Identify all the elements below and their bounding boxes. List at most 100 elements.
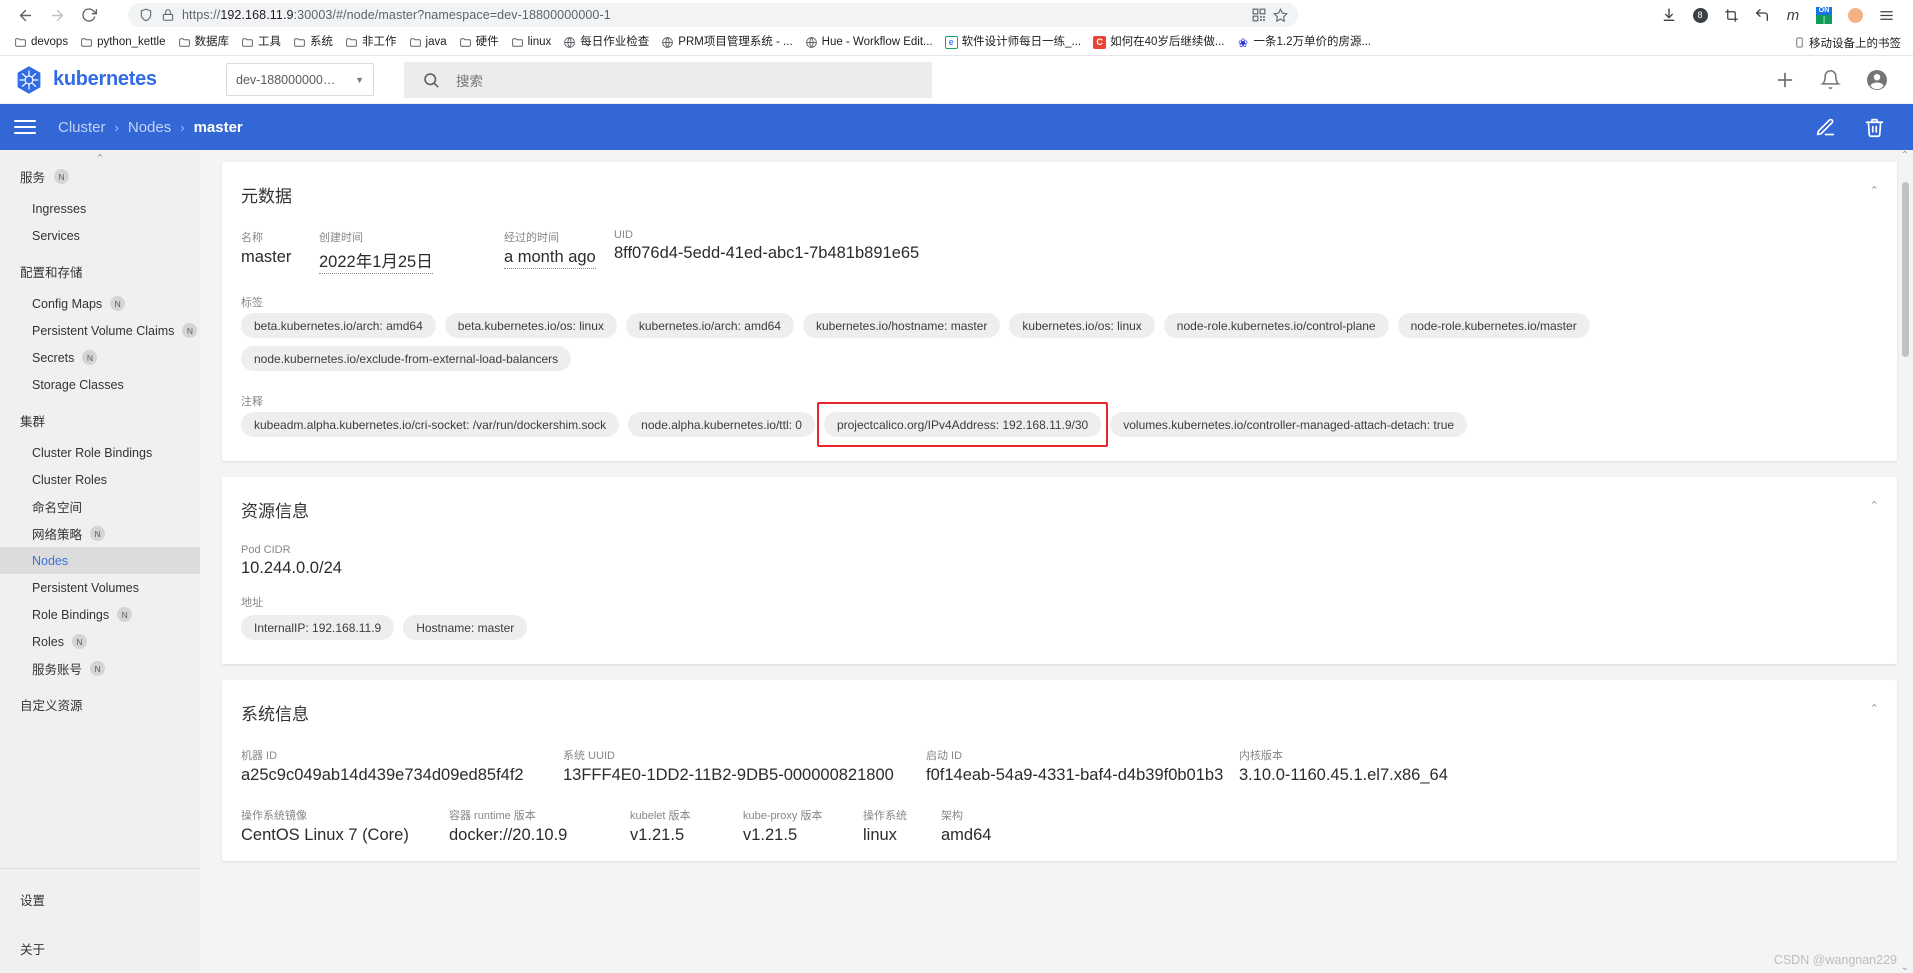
bookmark-item[interactable]: 工具 [235, 34, 287, 51]
breadcrumb-item-nodes[interactable]: Nodes [128, 119, 171, 136]
sidebar-footer-label: 关于 [20, 943, 46, 957]
scroll-up-arrow-icon[interactable]: ⌃ [1901, 150, 1909, 161]
address-chip: Hostname: master [403, 615, 528, 640]
bookmark-item[interactable]: 系统 [287, 34, 339, 51]
folder-icon [293, 36, 306, 49]
screenshot-crop-icon[interactable] [1716, 2, 1746, 28]
hamburger-menu-icon[interactable] [14, 120, 36, 134]
pod-cidr-field: Pod CIDR 10.244.0.0/24 [241, 544, 1878, 578]
bookmark-item[interactable]: 每日作业检查 [557, 34, 655, 51]
extension-badge-icon[interactable]: 8 [1685, 2, 1715, 28]
mobile-bookmarks-entry[interactable]: 移动设备上的书签 [1793, 35, 1905, 51]
annotation-chip: kubeadm.alpha.kubernetes.io/cri-socket: … [241, 412, 620, 437]
search-icon [422, 71, 440, 89]
bookmark-item[interactable]: 数据库 [172, 34, 236, 51]
content-scroll-thumb[interactable] [1902, 182, 1909, 357]
reload-icon[interactable] [74, 2, 104, 28]
sidebar-item-nodes[interactable]: Nodes [0, 547, 200, 574]
folder-icon [345, 36, 358, 49]
browser-toolbar-actions: 8 m ON | [1654, 2, 1903, 28]
metadata-fields: 名称 master 创建时间 2022年1月25日 经过的时间 a month ago UI… [241, 229, 1878, 274]
lock-warning-icon[interactable] [160, 8, 175, 23]
sidebar-item-secrets[interactable]: Secrets N [0, 344, 200, 371]
sidebar-footer-item-设置[interactable]: 设置 [0, 875, 200, 924]
account-circle-icon[interactable] [1865, 68, 1889, 92]
metadata-field: UID 8ff076d4-5edd-41ed-abc1-7b481b891e65 [614, 229, 919, 263]
bookmark-item[interactable]: devops [8, 34, 74, 51]
sidebar-item-roles[interactable]: Roles N [0, 628, 200, 655]
chevron-up-icon[interactable]: ⌃ [1870, 184, 1879, 197]
address-bar[interactable]: https://192.168.11.9:30003/#/node/master… [128, 3, 1298, 27]
sidebar-item-cluster-role-bindings[interactable]: Cluster Role Bindings [0, 439, 200, 466]
sidebar-item-[interactable]: 命名空间 [0, 493, 200, 520]
notifications-bell-icon[interactable] [1820, 69, 1841, 90]
bookmark-item[interactable]: ❀ 一条1.2万单价的房源... [1231, 34, 1378, 51]
content-scrollbar[interactable]: ⌃ ⌄ [1899, 150, 1911, 973]
brand-logo[interactable]: kubernetes [14, 65, 214, 95]
delete-trash-icon[interactable] [1864, 117, 1885, 138]
undo-arrow-icon[interactable] [1747, 2, 1777, 28]
system-field-value: v1.21.5 [743, 826, 798, 844]
chevron-down-icon: ▼ [355, 74, 364, 85]
qr-code-icon[interactable] [1251, 8, 1266, 23]
sidebar-item-label: 服务账号 [32, 663, 83, 677]
chevron-up-icon[interactable]: ⌃ [1870, 499, 1879, 512]
kubernetes-helm-icon [14, 65, 44, 95]
sidebar-item-label: Ingresses [32, 201, 87, 216]
on-toggle-icon[interactable]: ON | [1809, 2, 1839, 28]
sidebar-item-ingresses[interactable]: Ingresses [0, 195, 200, 222]
bookmark-item[interactable]: Hue - Workflow Edit... [799, 34, 939, 51]
create-resource-icon[interactable] [1774, 69, 1796, 91]
sidebar-item-storage-classes[interactable]: Storage Classes [0, 371, 200, 398]
browser-menu-icon[interactable] [1871, 2, 1901, 28]
system-field-value: a25c9c049ab14d439e734d09ed85f4f2 [241, 766, 524, 784]
breadcrumb: Cluster › Nodes › master [58, 119, 243, 136]
edit-pencil-icon[interactable] [1815, 117, 1836, 138]
system-field-label: 操作系统 [863, 810, 907, 822]
chevron-up-icon[interactable]: ⌃ [1870, 702, 1879, 715]
sidebar-item-cluster-roles[interactable]: Cluster Roles [0, 466, 200, 493]
sidebar-item-[interactable]: 服务账号 N [0, 655, 200, 682]
metamask-icon[interactable]: m [1778, 2, 1808, 28]
scroll-down-arrow-icon[interactable]: ⌄ [1901, 962, 1909, 973]
sidebar-item-persistent-volumes[interactable]: Persistent Volumes [0, 574, 200, 601]
bookmark-item[interactable]: linux [505, 34, 558, 51]
bookmark-item[interactable]: e 软件设计师每日一练_... [939, 34, 1087, 51]
star-icon[interactable] [1273, 7, 1288, 23]
search-input[interactable]: 搜索 [404, 61, 932, 98]
pod-cidr-label: Pod CIDR [241, 544, 291, 556]
bookmark-item[interactable]: java [403, 34, 453, 51]
system-field: 机器 ID a25c9c049ab14d439e734d09ed85f4f2 [241, 747, 563, 785]
bookmark-label: 数据库 [194, 35, 230, 48]
bookmark-item[interactable]: 非工作 [339, 34, 403, 51]
resource-card-body: Pod CIDR 10.244.0.0/24 地址 InternalIP: 19… [222, 522, 1897, 648]
sidebar-item-[interactable]: 网络策略 N [0, 520, 200, 547]
sidebar-item-services[interactable]: Services [0, 222, 200, 249]
sidebar-footer: 设置关于 [0, 868, 200, 973]
namespace-selector[interactable]: dev-188000000… ▼ [226, 63, 374, 96]
folder-icon [409, 36, 422, 49]
sidebar-footer-item-关于[interactable]: 关于 [0, 924, 200, 973]
sidebar-item-config-maps[interactable]: Config Maps N [0, 290, 200, 317]
labels-section: 标签 beta.kubernetes.io/arch: amd64 beta.ku… [241, 294, 1878, 379]
sidebar-item-role-bindings[interactable]: Role Bindings N [0, 601, 200, 628]
downloads-icon[interactable] [1654, 2, 1684, 28]
bookmark-item[interactable]: 硬件 [453, 34, 505, 51]
bookmark-item[interactable]: python_kettle [74, 34, 171, 51]
profile-avatar-icon[interactable] [1840, 2, 1870, 28]
sidebar-item-label: Config Maps [32, 296, 103, 311]
bookmark-item[interactable]: C 如何在40岁后继续做... [1087, 34, 1230, 51]
breadcrumb-item-cluster[interactable]: Cluster [58, 119, 106, 136]
system-field-label: 架构 [941, 810, 963, 822]
system-field-label: 容器 runtime 版本 [449, 810, 536, 822]
sidebar-item-persistent-volume-claims[interactable]: Persistent Volume Claims N [0, 317, 200, 344]
baidu-icon: ❀ [1237, 35, 1249, 50]
bookmark-item[interactable]: PRM项目管理系统 - ... [655, 34, 798, 51]
back-icon[interactable] [10, 2, 40, 28]
annotation-chip: node.alpha.kubernetes.io/ttl: 0 [628, 412, 815, 437]
system-field-label: 系统 UUID [563, 750, 615, 762]
system-field-label: kubelet 版本 [630, 810, 691, 822]
sidebar-group-title[interactable]: 自定义资源 [0, 682, 200, 723]
system-field-value: docker://20.10.9 [449, 826, 568, 844]
forward-icon[interactable] [42, 2, 72, 28]
